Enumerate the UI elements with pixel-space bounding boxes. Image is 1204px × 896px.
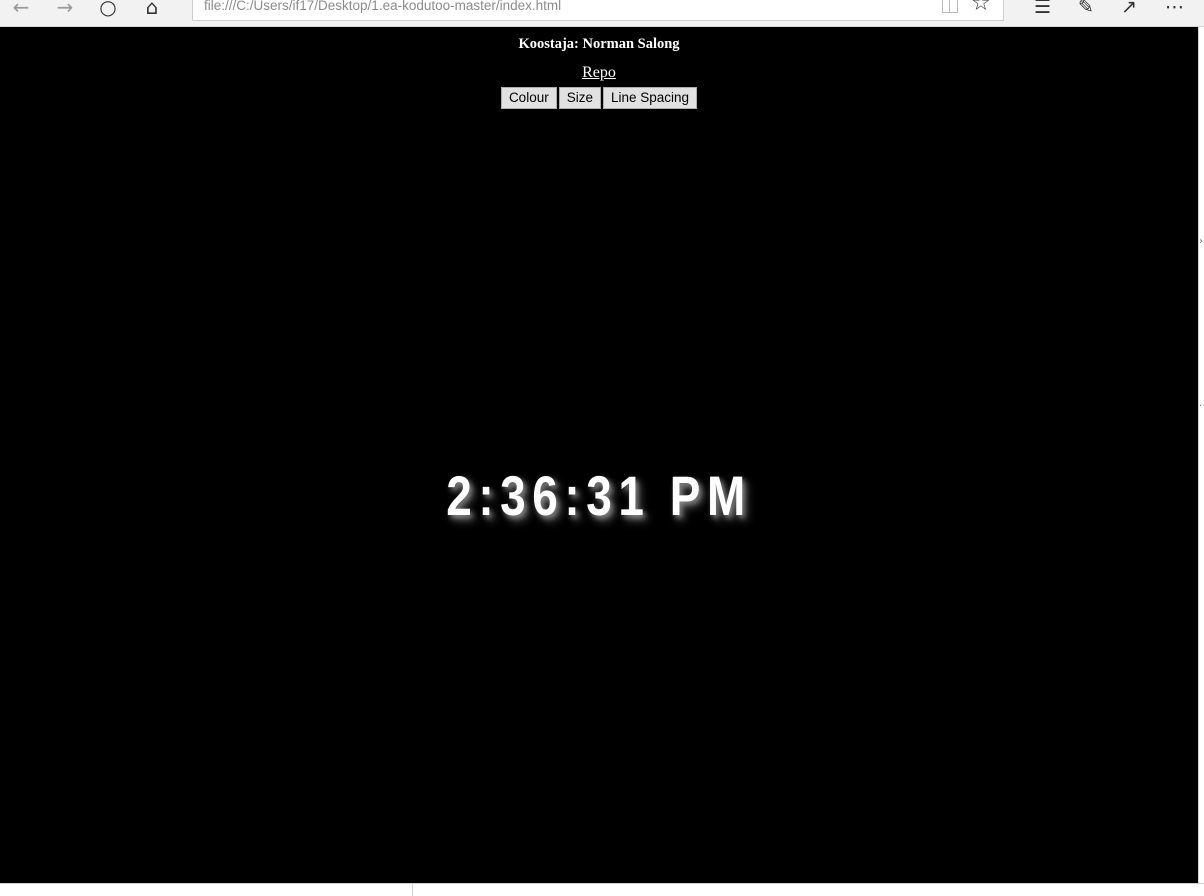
right-panel-edge xyxy=(1198,27,1204,883)
edge-chevron-icon: › xyxy=(1199,236,1203,247)
share-icon[interactable]: ↗ xyxy=(1121,0,1137,18)
repo-link[interactable]: Repo xyxy=(582,64,616,81)
size-button[interactable]: Size xyxy=(558,87,601,109)
colour-button[interactable]: Colour xyxy=(500,87,557,109)
browser-toolbar: ← → ○ ⌂ file:///C:/Users/if17/Desktop/1.… xyxy=(0,0,1204,27)
reading-view-icon[interactable] xyxy=(942,0,958,13)
address-text: file:///C:/Users/if17/Desktop/1.ea-kodut… xyxy=(204,0,562,13)
favorite-star-icon[interactable]: ☆ xyxy=(971,0,991,16)
favorites-list-icon[interactable]: ☰ xyxy=(1034,0,1051,18)
forward-icon[interactable]: → xyxy=(50,0,80,17)
edge-fragment-icon: … xyxy=(1199,398,1204,409)
pen-notes-icon[interactable]: ✎ xyxy=(1078,0,1094,18)
bottom-divider xyxy=(412,884,413,896)
back-icon[interactable]: ← xyxy=(6,0,36,17)
repo-link-container: Repo xyxy=(0,62,1198,82)
line-spacing-button[interactable]: Line Spacing xyxy=(602,87,698,109)
refresh-icon[interactable]: ○ xyxy=(93,0,123,17)
page-viewport: Koostaja: Norman Salong Repo Colour Size… xyxy=(0,27,1198,883)
more-icon[interactable]: ⋯ xyxy=(1165,0,1184,18)
author-heading: Koostaja: Norman Salong xyxy=(518,36,680,52)
home-icon[interactable]: ⌂ xyxy=(137,0,167,17)
clock-display: 2:36:31 PM xyxy=(446,464,752,527)
bottom-bar xyxy=(0,883,1204,896)
control-buttons: Colour Size Line Spacing xyxy=(0,87,1198,109)
address-bar[interactable]: file:///C:/Users/if17/Desktop/1.ea-kodut… xyxy=(192,0,1004,21)
